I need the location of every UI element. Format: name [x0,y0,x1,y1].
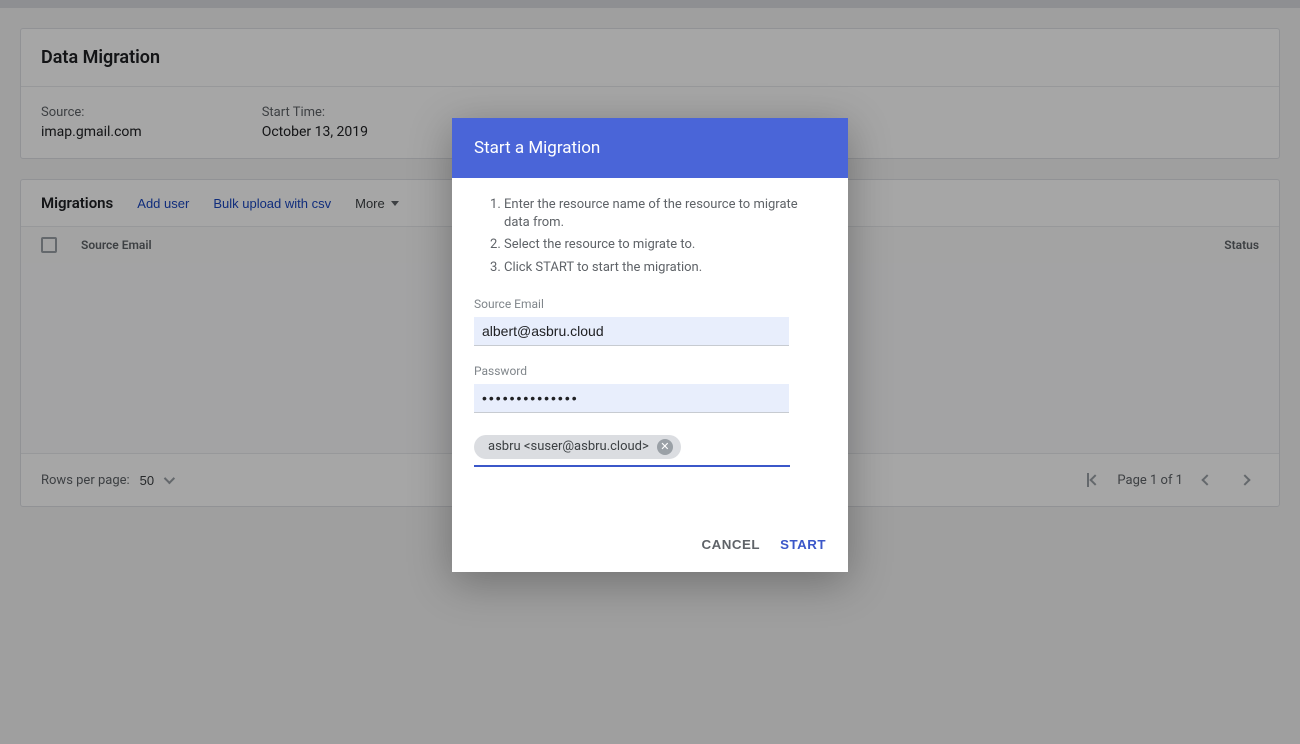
password-label: Password [474,364,826,378]
dialog-step-3: Click START to start the migration. [504,259,826,277]
cancel-button[interactable]: CANCEL [702,537,761,552]
dialog-step-1: Enter the resource name of the resource … [504,196,826,232]
modal-overlay[interactable]: Start a Migration Enter the resource nam… [0,0,1300,744]
dialog-steps: Enter the resource name of the resource … [474,196,826,277]
dialog-body: Enter the resource name of the resource … [452,178,848,477]
chip-remove-icon[interactable]: ✕ [657,439,673,455]
dialog-actions: CANCEL START [452,477,848,572]
target-user-field[interactable]: asbru <suser@asbru.cloud> ✕ [474,435,790,467]
chip-label: asbru <suser@asbru.cloud> [488,439,649,454]
dialog-title: Start a Migration [452,118,848,178]
start-migration-dialog: Start a Migration Enter the resource nam… [452,118,848,572]
target-user-chip: asbru <suser@asbru.cloud> ✕ [474,435,681,459]
start-button[interactable]: START [780,537,826,552]
source-email-label: Source Email [474,297,826,311]
source-email-input[interactable] [474,317,789,346]
password-input[interactable] [474,384,789,413]
dialog-step-2: Select the resource to migrate to. [504,236,826,254]
